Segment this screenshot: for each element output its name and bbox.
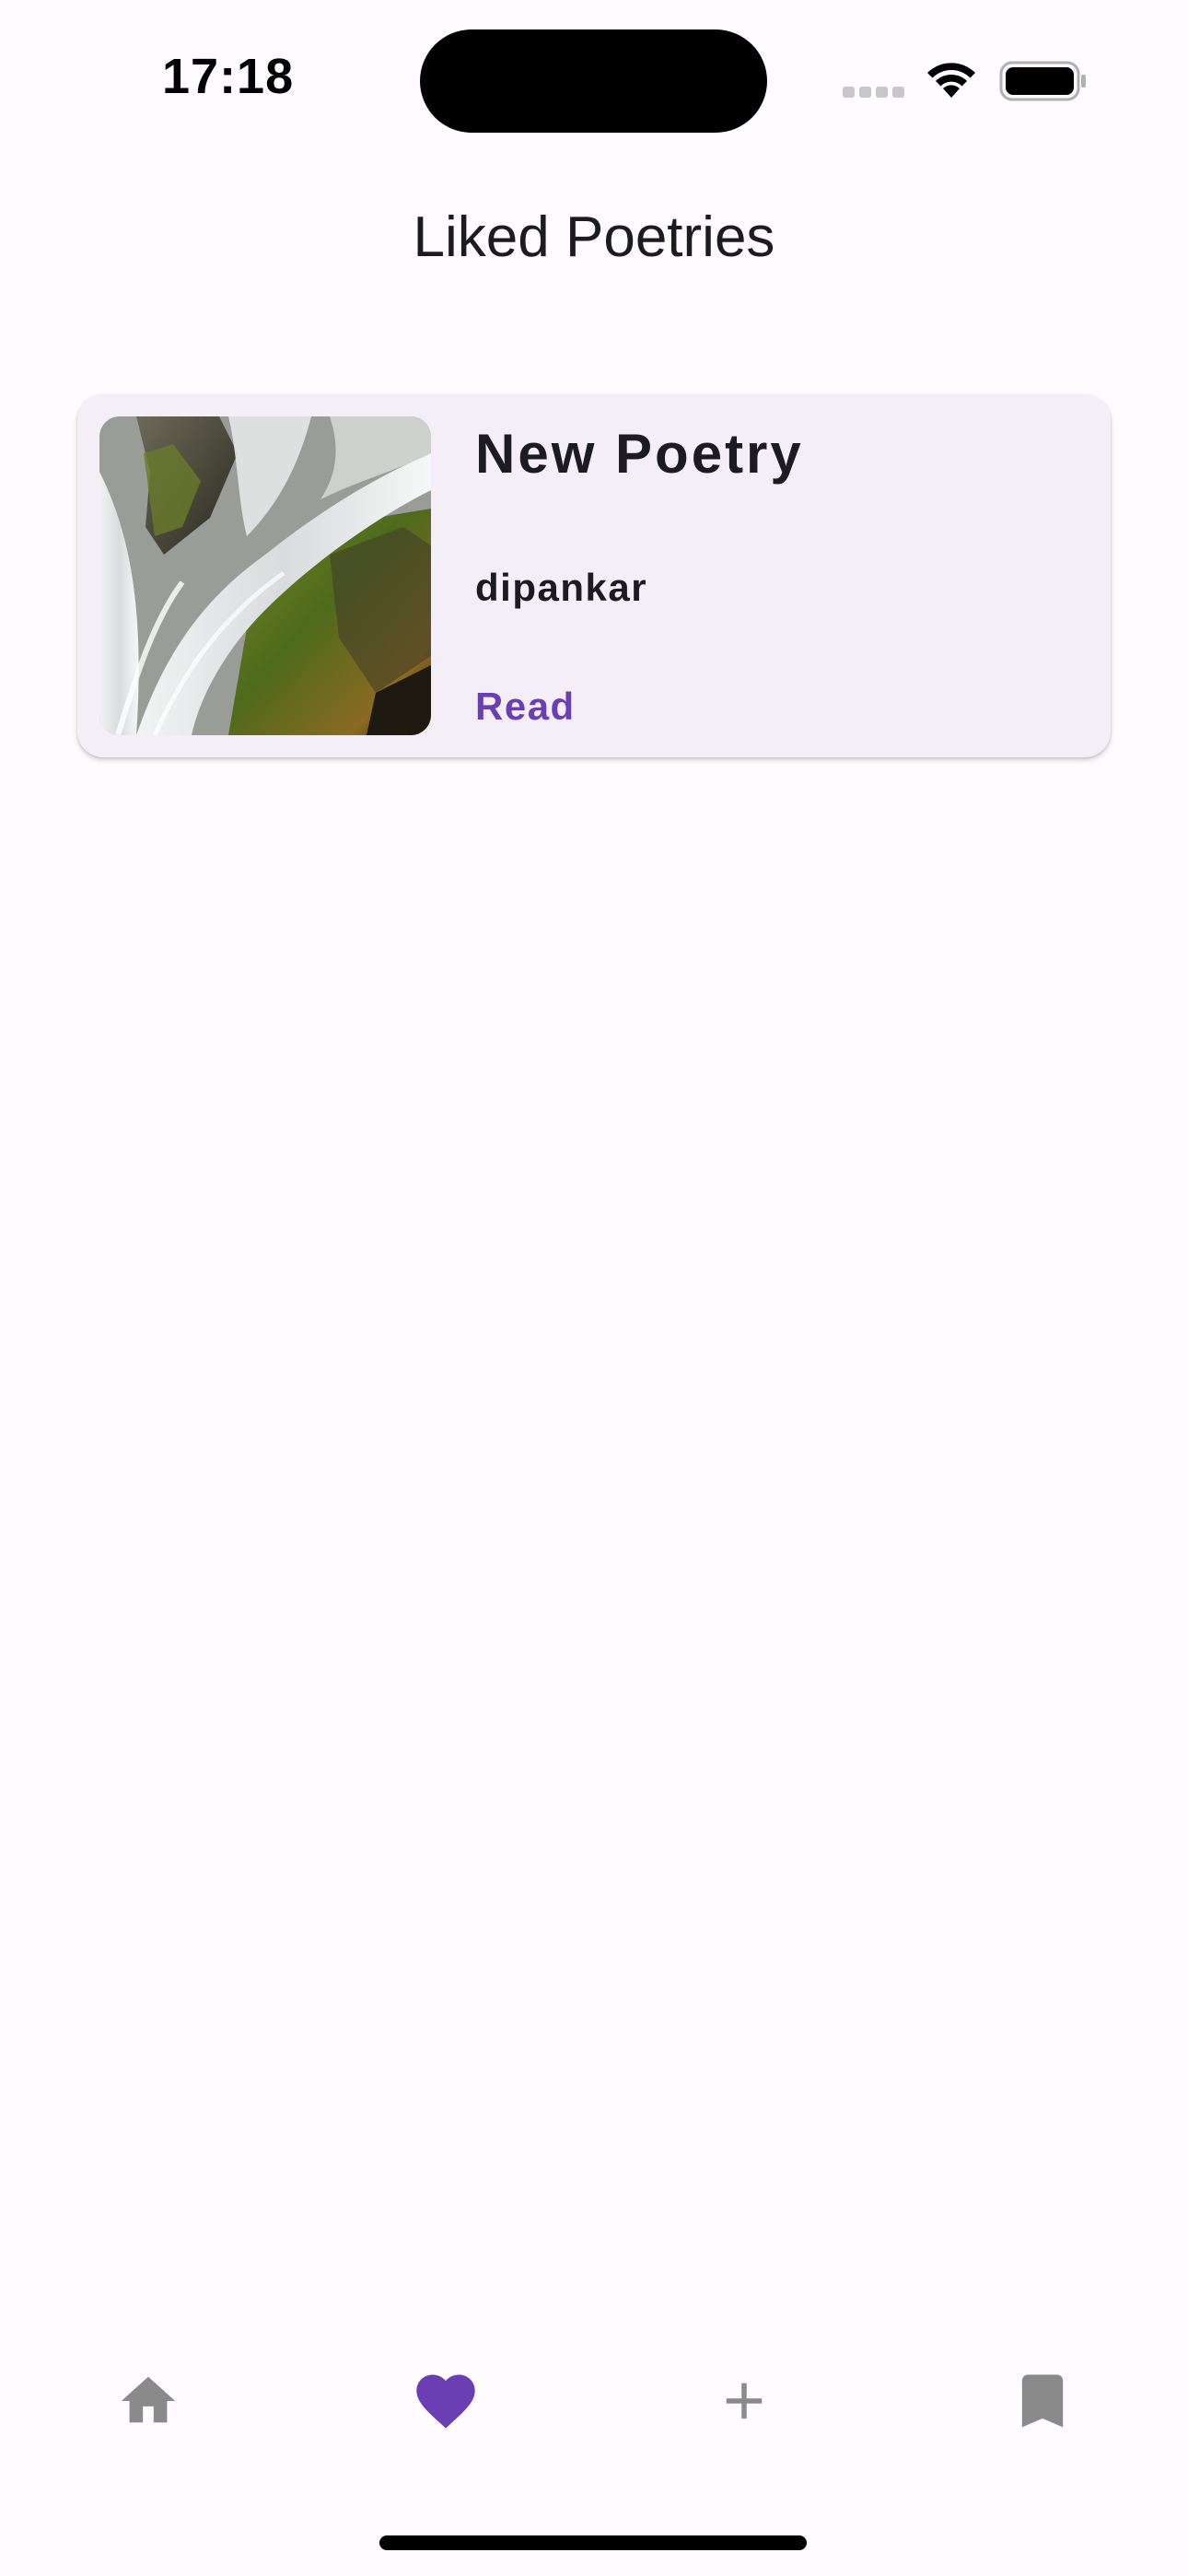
status-time: 17:18 — [162, 49, 295, 104]
bookmark-icon — [1021, 2374, 1064, 2428]
poetry-card[interactable]: New Poetry dipankar Read — [77, 394, 1111, 757]
read-button[interactable]: Read — [475, 685, 576, 729]
nav-item-add[interactable] — [670, 2336, 818, 2465]
status-bar: 17:18 — [0, 0, 1188, 138]
heart-icon — [416, 2374, 475, 2429]
poetry-author: dipankar — [475, 566, 648, 609]
poetry-title: New Poetry — [475, 423, 804, 485]
dynamic-island — [420, 29, 767, 133]
nav-item-liked[interactable] — [372, 2336, 519, 2465]
poetry-thumbnail — [99, 416, 431, 735]
home-indicator[interactable] — [379, 2535, 807, 2550]
nav-item-saved[interactable] — [969, 2336, 1116, 2465]
cellular-signal-icon — [843, 87, 905, 98]
bottom-navigation — [0, 2336, 1188, 2465]
nav-item-home[interactable] — [75, 2336, 222, 2465]
page-title: Liked Poetries — [413, 205, 775, 269]
home-icon — [121, 2376, 176, 2423]
wifi-icon — [924, 59, 979, 100]
battery-icon — [999, 61, 1088, 101]
plus-icon — [726, 2383, 763, 2419]
